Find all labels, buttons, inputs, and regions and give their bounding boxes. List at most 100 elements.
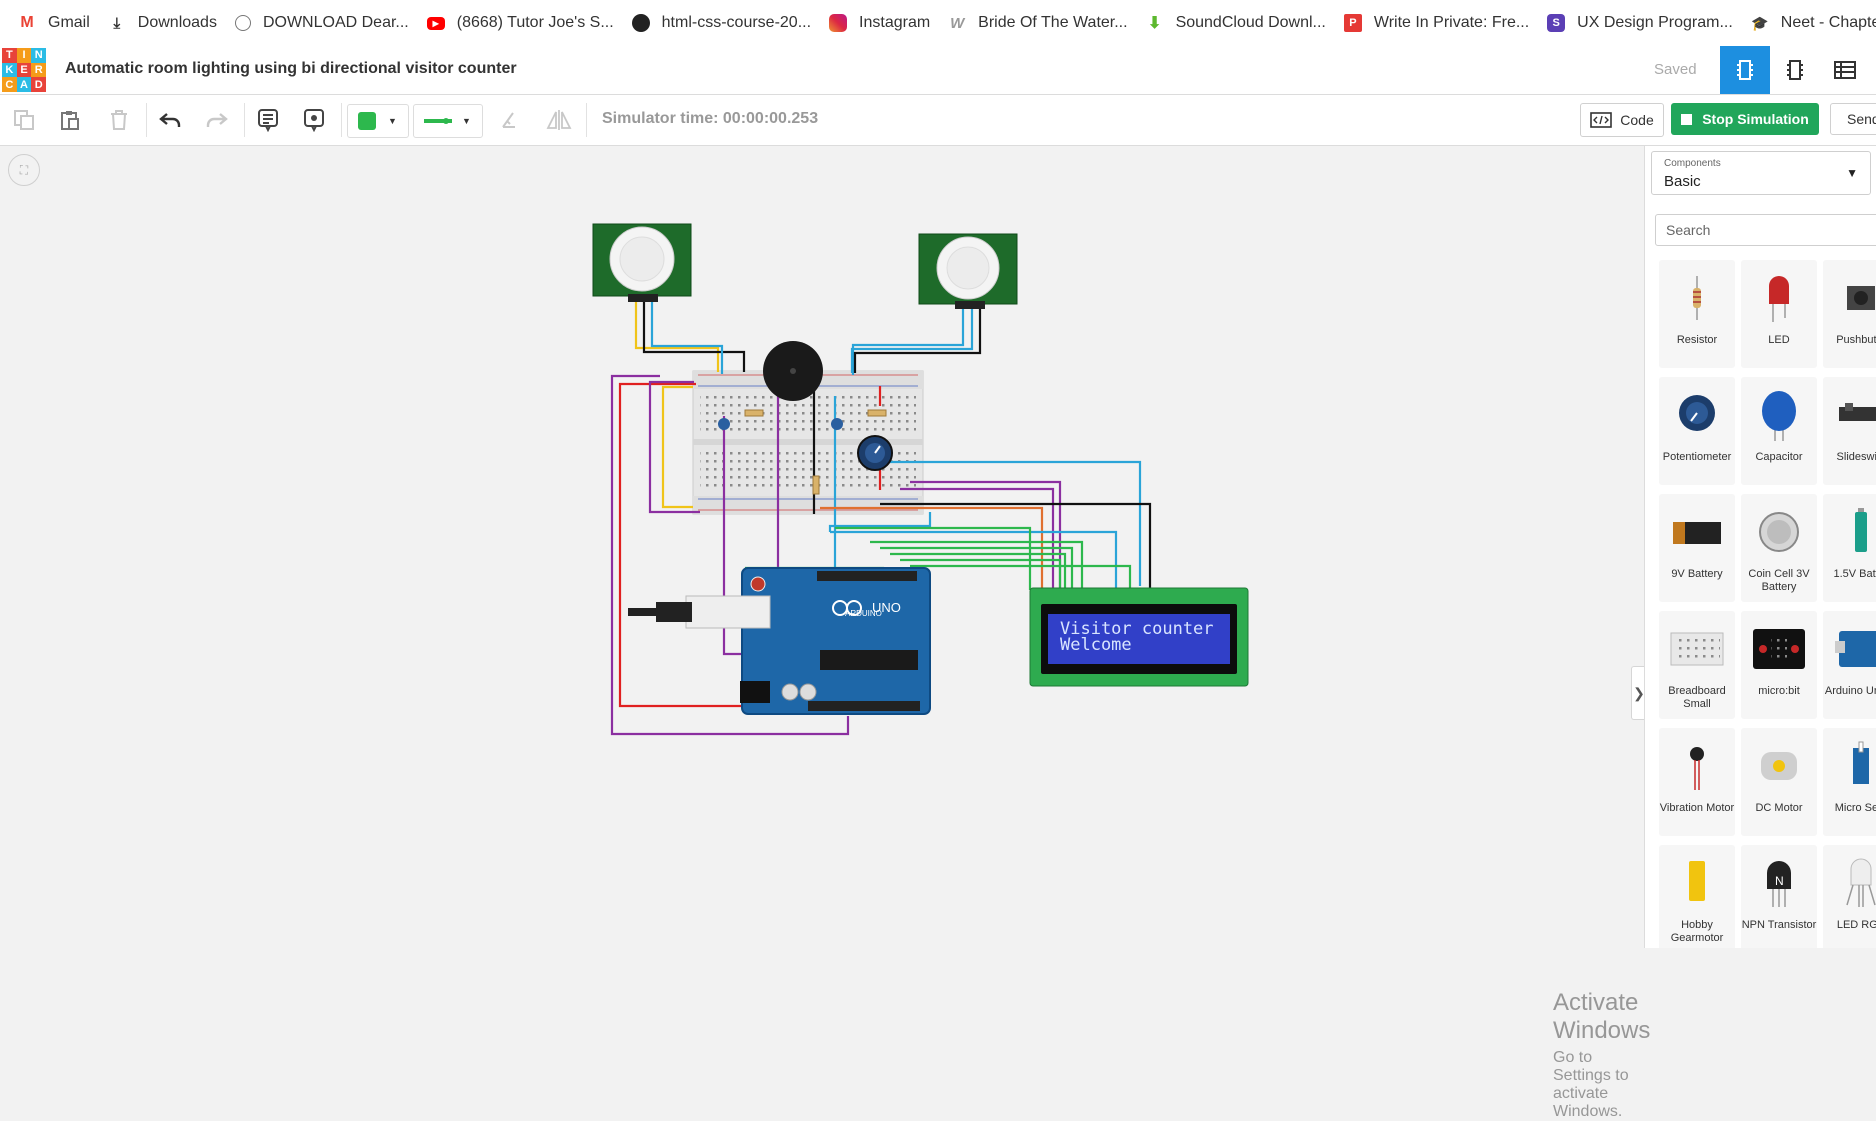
note-icon xyxy=(258,109,278,132)
lcd-16x2[interactable]: Visitor counter Welcome xyxy=(1029,587,1249,687)
code-button[interactable]: Code xyxy=(1580,103,1664,137)
graduation-cap-icon: 🎓 xyxy=(1751,14,1769,31)
design-title[interactable]: Automatic room lighting using bi directi… xyxy=(65,60,517,78)
pir-sensor-left[interactable] xyxy=(592,223,692,302)
app-header: T I N K E R C A D Automatic room lightin… xyxy=(0,46,1876,95)
battery-aa-icon xyxy=(1855,508,1867,552)
component-micro-servo[interactable]: Micro Serv xyxy=(1823,728,1876,836)
component-coin-cell[interactable]: Coin Cell 3V Battery xyxy=(1741,494,1817,602)
windows-activation-watermark: Activate Windows Go to Settings to activ… xyxy=(1553,989,1651,1120)
notes-visibility-button[interactable] xyxy=(298,104,330,136)
send-button[interactable]: Send xyxy=(1830,103,1876,135)
copy-button[interactable] xyxy=(8,104,40,136)
bookmark-instagram[interactable]: Instagram xyxy=(829,14,930,32)
component-capacitor[interactable]: Capacitor xyxy=(1741,377,1817,485)
tinkercad-logo[interactable]: T I N K E R C A D xyxy=(2,48,46,92)
pushbutton-icon xyxy=(1847,286,1875,310)
saved-status: Saved xyxy=(1654,61,1697,78)
wire-type-dropdown[interactable]: ▼ xyxy=(413,104,483,138)
microbit-icon xyxy=(1753,629,1805,669)
bookmark-bride[interactable]: W Bride Of The Water... xyxy=(948,14,1127,32)
youtube-icon: ▶ xyxy=(426,16,445,30)
eye-note-icon xyxy=(304,109,324,132)
component-dc-motor[interactable]: DC Motor xyxy=(1741,728,1817,836)
w-logo-icon: W xyxy=(950,14,965,32)
toolbar-separator xyxy=(244,103,245,137)
bookmark-penzu[interactable]: P Write In Private: Fre... xyxy=(1343,14,1529,32)
table-icon xyxy=(1834,61,1856,79)
soundcloud-download-icon: ⬇ xyxy=(1147,15,1162,32)
trash-icon xyxy=(111,110,127,130)
penzu-icon: P xyxy=(1343,14,1362,32)
color-swatch xyxy=(358,112,376,130)
stop-simulation-button[interactable]: Stop Simulation xyxy=(1671,103,1819,135)
component-npn-transistor[interactable]: N NPN Transistor xyxy=(1741,845,1817,948)
arduino-model-label: UNO xyxy=(872,600,901,615)
flip-button[interactable] xyxy=(543,104,575,136)
battery-9v-icon xyxy=(1673,522,1721,544)
circuit-canvas[interactable]: ⛶ ARDUINO UNO Visitor counter Welcome ❯ … xyxy=(0,146,1650,1120)
component-aa-battery[interactable]: 1.5V Batter xyxy=(1823,494,1876,602)
component-search-input[interactable] xyxy=(1655,214,1876,246)
component-vibration-motor[interactable]: Vibration Motor xyxy=(1659,728,1735,836)
chevron-down-icon: ▼ xyxy=(1846,166,1858,180)
github-icon xyxy=(631,14,650,32)
components-dropdown[interactable]: Components Basic ▼ xyxy=(1651,151,1871,195)
gearmotor-icon xyxy=(1689,861,1705,901)
stop-icon xyxy=(1681,113,1693,125)
schematic-view-button[interactable] xyxy=(1770,46,1820,94)
redo-button[interactable] xyxy=(201,104,233,136)
component-arduino-uno[interactable]: Arduino Un R3 xyxy=(1823,611,1876,719)
bookmark-downloads[interactable]: ⤓ Downloads xyxy=(108,14,216,32)
bookmark-gmail[interactable]: M Gmail xyxy=(18,14,89,32)
wire-color-dropdown[interactable]: ▼ xyxy=(347,104,409,138)
component-list-button[interactable] xyxy=(1820,46,1870,94)
component-9v-battery[interactable]: 9V Battery xyxy=(1659,494,1735,602)
potentiometer-icon xyxy=(1679,395,1715,431)
paste-icon xyxy=(61,111,79,130)
vibration-motor-icon xyxy=(1690,747,1704,790)
chevron-down-icon: ▼ xyxy=(462,116,471,126)
led-rgb-icon xyxy=(1846,858,1876,907)
bookmark-ux-design[interactable]: S UX Design Program... xyxy=(1547,14,1733,32)
video-icon xyxy=(234,15,251,31)
component-led[interactable]: LED xyxy=(1741,260,1817,368)
capacitor-icon xyxy=(1762,391,1796,441)
download-icon: ⤓ xyxy=(113,14,121,32)
component-hobby-gearmotor[interactable]: Hobby Gearmotor xyxy=(1659,845,1735,948)
s-logo-icon: S xyxy=(1547,14,1566,32)
component-slideswitch[interactable]: Slideswitc xyxy=(1823,377,1876,485)
bookmark-download-dear[interactable]: DOWNLOAD Dear... xyxy=(234,14,409,32)
rotate-icon xyxy=(502,112,515,128)
component-breadboard-small[interactable]: Breadboard Small xyxy=(1659,611,1735,719)
lcd-line-2: Welcome xyxy=(1060,635,1132,655)
npn-transistor-icon: N xyxy=(1767,861,1791,907)
notes-button[interactable] xyxy=(252,104,284,136)
copy-icon xyxy=(14,110,34,130)
component-microbit[interactable]: micro:bit xyxy=(1741,611,1817,719)
circuit-view-button[interactable] xyxy=(1720,46,1770,94)
coin-cell-icon xyxy=(1759,512,1799,552)
bookmark-tutor-joes[interactable]: ▶ (8668) Tutor Joe's S... xyxy=(426,14,614,32)
toolbar-separator xyxy=(146,103,147,137)
arduino-uno-board[interactable]: ARDUINO UNO xyxy=(628,567,931,715)
component-resistor[interactable]: Resistor xyxy=(1659,260,1735,368)
chevron-down-icon: ▼ xyxy=(388,116,397,126)
paste-button[interactable] xyxy=(54,104,86,136)
bookmark-soundcloud[interactable]: ⬇ SoundCloud Downl... xyxy=(1146,14,1326,32)
undo-button[interactable] xyxy=(154,104,186,136)
pir-sensor-right[interactable] xyxy=(918,233,1018,309)
rotate-button[interactable] xyxy=(494,104,526,136)
flip-icon xyxy=(546,110,572,130)
components-panel: Components Basic ▼ Resistor LED Pushbutt… xyxy=(1644,146,1876,948)
servo-icon xyxy=(1853,741,1869,784)
bookmark-neet[interactable]: 🎓Neet - Chapter Wis... xyxy=(1751,14,1876,32)
component-pushbutton[interactable]: Pushbutto xyxy=(1823,260,1876,368)
potentiometer[interactable] xyxy=(857,435,893,471)
chip-icon xyxy=(1787,60,1803,80)
component-potentiometer[interactable]: Potentiometer xyxy=(1659,377,1735,485)
delete-button[interactable] xyxy=(103,104,135,136)
bookmark-github[interactable]: html-css-course-20... xyxy=(631,14,811,32)
piezo-buzzer[interactable] xyxy=(763,341,823,401)
component-led-rgb[interactable]: LED RGB xyxy=(1823,845,1876,948)
